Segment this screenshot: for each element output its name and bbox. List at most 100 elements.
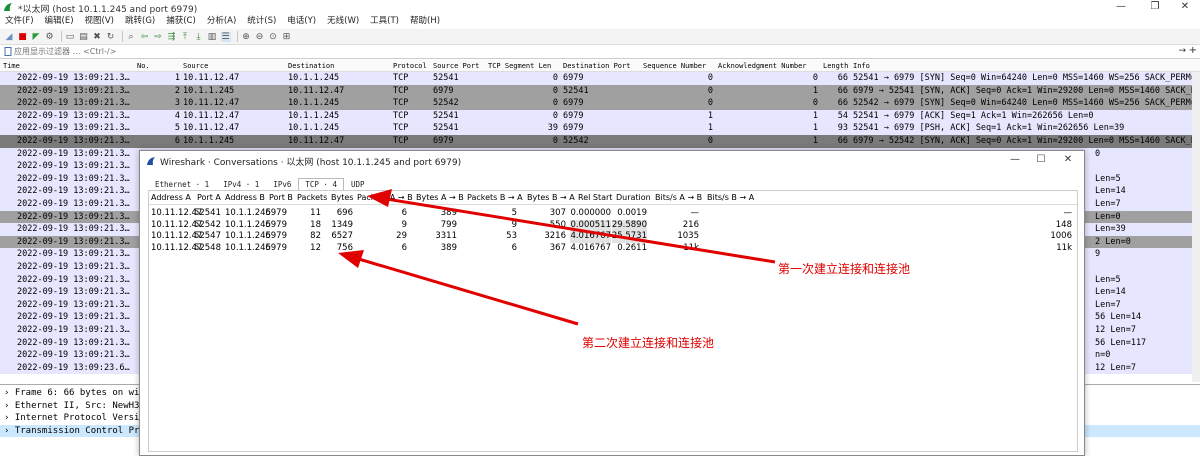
col-port-b[interactable]: Port B (269, 193, 293, 202)
add-filter-button-icon[interactable]: + (1189, 45, 1197, 56)
packet-cell-info: Len=5 (1095, 274, 1121, 285)
tab-udp[interactable]: UDP (344, 178, 372, 190)
dialog-close-button[interactable]: ✕ (1058, 153, 1078, 167)
menu-capture[interactable]: 捕获(C) (166, 14, 196, 29)
bookmark-icon[interactable] (4, 47, 12, 56)
packet-cell-time: 2022-09-19 13:09:21.3… (17, 287, 130, 298)
conv-cell-packets: 12 (310, 243, 321, 254)
packet-row[interactable]: 2022-09-19 13:09:21.3… 3 10.11.12.47 10.1.1… (0, 97, 1200, 110)
packet-cell-no: 3 (174, 98, 180, 109)
col-address-b[interactable]: Address B (225, 193, 265, 202)
col-bits-a-b[interactable]: Bits/s A → B (655, 193, 702, 202)
menu-statistics[interactable]: 统计(S) (247, 14, 276, 29)
apply-filter-arrow-icon[interactable]: → (1178, 46, 1186, 56)
tab-ipv6[interactable]: IPv6 (266, 178, 298, 190)
col-bytes-b-a[interactable]: Bytes B → A (527, 193, 575, 202)
tab-ipv4[interactable]: IPv4 · 1 (216, 178, 266, 190)
colorize-icon[interactable]: ☰ (220, 31, 231, 42)
packet-cell-seglen: 39 (547, 123, 558, 134)
zoom-out-icon[interactable]: ⊖ (255, 32, 265, 42)
menu-help[interactable]: 帮助(H) (410, 14, 440, 29)
packet-list-scrollbar[interactable] (1192, 72, 1200, 382)
col-duration[interactable]: Duration (616, 193, 651, 202)
save-file-icon[interactable]: ▤ (79, 32, 89, 42)
col-destination[interactable]: Destination (288, 62, 334, 70)
packet-cell-time: 2022-09-19 13:09:21.3… (17, 262, 130, 272)
zoom-reset-icon[interactable]: ⊙ (268, 32, 278, 42)
menu-edit[interactable]: 编辑(E) (45, 14, 74, 29)
col-length[interactable]: Length (823, 62, 848, 70)
packet-row[interactable]: 2022-09-19 13:09:21.3… 5 10.11.12.47 10.1.1… (0, 122, 1200, 135)
col-time[interactable]: Time (3, 62, 20, 70)
close-button[interactable]: ✕ (1170, 0, 1200, 14)
zoom-in-icon[interactable]: ⊕ (241, 32, 251, 42)
menu-wireless[interactable]: 无线(W) (327, 14, 359, 29)
col-bytes[interactable]: Bytes (331, 193, 353, 202)
go-forward-icon[interactable]: ⇨ (153, 32, 163, 42)
conversation-row[interactable]: 10.11.12.47 52547 10.1.1.245 6979 82 6527 29 33… (149, 231, 1077, 243)
packet-cell-seq: 0 (707, 85, 713, 96)
packet-cell-info: 52542 → 6979 [SYN] Seq=0 Win=64240 Len=0… (853, 98, 1196, 109)
packet-row[interactable]: 2022-09-19 13:09:21.3… 1 10.11.12.47 10.1.1… (0, 72, 1200, 85)
col-info[interactable]: Info (853, 62, 870, 70)
minimize-button[interactable]: — (1106, 0, 1136, 14)
go-back-icon[interactable]: ⇦ (140, 32, 150, 42)
stop-capture-icon[interactable]: ■ (18, 32, 28, 42)
dialog-minimize-button[interactable]: — (1005, 153, 1025, 167)
conversation-row[interactable]: 10.11.12.47 52541 10.1.1.245 6979 11 696 6 389 5… (149, 208, 1077, 220)
conv-cell-bits-a-b: 216 (682, 219, 699, 230)
tab-tcp[interactable]: TCP · 4 (298, 178, 344, 190)
capture-options-icon[interactable]: ⚙ (45, 32, 55, 42)
menu-file[interactable]: 文件(F) (5, 14, 34, 29)
col-bytes-a-b[interactable]: Bytes A → B (416, 193, 464, 202)
dialog-maximize-button[interactable]: ☐ (1031, 153, 1051, 167)
col-dest-port[interactable]: Destination Port (563, 62, 630, 70)
packet-row[interactable]: 2022-09-19 13:09:21.3… 2 10.1.1.245 10.11.1… (0, 84, 1200, 98)
col-seq[interactable]: Sequence Number (643, 62, 706, 70)
conv-cell-bits-a-b: 11k (683, 243, 699, 254)
start-capture-icon[interactable]: ◢ (4, 32, 14, 42)
col-source[interactable]: Source (183, 62, 208, 70)
col-no[interactable]: No. (137, 62, 150, 70)
display-filter-input[interactable] (14, 46, 1174, 58)
packet-cell-time: 2022-09-19 13:09:21.3… (17, 161, 130, 172)
go-to-packet-icon[interactable]: ⇶ (167, 32, 177, 42)
menu-analyze[interactable]: 分析(A) (207, 14, 236, 29)
menu-view[interactable]: 视图(V) (85, 14, 114, 29)
packet-cell-info: Len=14 (1095, 287, 1126, 298)
col-ack[interactable]: Acknowledgment Number (718, 62, 807, 70)
conv-cell-address-b: 10.1.1.245 (225, 231, 271, 242)
toolbar-separator (61, 31, 62, 42)
menu-go[interactable]: 跳转(G) (125, 14, 155, 29)
open-file-icon[interactable]: ▭ (65, 32, 75, 42)
col-port-a[interactable]: Port A (197, 193, 221, 202)
col-tcp-seg-len[interactable]: TCP Segment Len (488, 62, 551, 70)
conversation-row[interactable]: 10.11.12.47 52548 10.1.1.245 6979 12 756 6 389 6… (149, 243, 1077, 255)
first-packet-icon[interactable]: ⤒ (180, 32, 190, 42)
resize-columns-icon[interactable]: ⊞ (282, 32, 292, 42)
reload-file-icon[interactable]: ↻ (106, 32, 116, 42)
restart-capture-icon[interactable]: ◤ (31, 32, 41, 42)
tab-ethernet[interactable]: Ethernet · 1 (148, 178, 216, 190)
col-source-port[interactable]: Source Port (433, 62, 479, 70)
col-rel-start[interactable]: Rel Start (578, 193, 612, 202)
find-packet-icon[interactable]: ⌕ (126, 32, 136, 42)
col-protocol[interactable]: Protocol (393, 62, 427, 70)
col-bits-b-a[interactable]: Bits/s B → A (707, 193, 754, 202)
col-packets[interactable]: Packets (297, 193, 327, 202)
autoscroll-icon[interactable]: ▥ (207, 32, 217, 42)
last-packet-icon[interactable]: ⤓ (194, 32, 204, 42)
col-packets-a-b[interactable]: Packets A → B (357, 193, 413, 202)
packet-row[interactable]: 2022-09-19 13:09:21.3… 6 10.1.1.245 10.11.1… (0, 135, 1200, 148)
packet-cell-src: 10.11.12.47 (183, 98, 240, 109)
menu-tools[interactable]: 工具(T) (370, 14, 399, 29)
col-packets-b-a[interactable]: Packets B → A (467, 193, 523, 202)
col-address-a[interactable]: Address A (151, 193, 191, 202)
close-file-icon[interactable]: ✖ (92, 32, 102, 42)
conversation-row[interactable]: 10.11.12.47 52542 10.1.1.245 6979 18 1349 9 799… (149, 219, 1077, 232)
packet-row[interactable]: 2022-09-19 13:09:21.3… 4 10.11.12.47 10.1.1… (0, 109, 1200, 123)
menu-telephony[interactable]: 电话(Y) (287, 14, 316, 29)
conv-cell-port-b: 6979 (265, 231, 287, 242)
packet-cell-sport: 52541 (433, 123, 459, 134)
maximize-button[interactable]: ❐ (1140, 0, 1170, 14)
